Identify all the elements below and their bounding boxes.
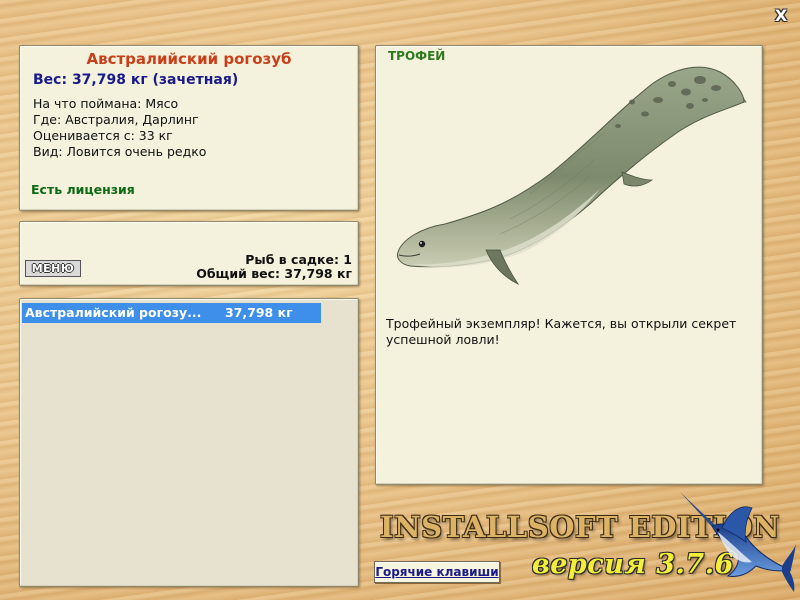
hotkeys-button[interactable]: Горячие клавиши — [374, 561, 500, 583]
trophy-message: Трофейный экземпляр! Кажется, вы открыли… — [386, 316, 737, 347]
fish-count: Рыб в садке: 1 — [245, 252, 352, 267]
license-status: Есть лицензия — [31, 182, 135, 197]
fish-image — [397, 66, 747, 286]
marlin-icon — [680, 492, 796, 592]
list-item-weight: 37,798 кг — [225, 305, 293, 320]
fish-name: Австралийский рогозуб — [86, 50, 292, 68]
list-item[interactable]: Австралийский рогозу... 37,798 кг — [22, 303, 321, 323]
trophy-panel: ТРОФЕЙ Трофейный экземпляр! Кажется, вы … — [375, 45, 763, 485]
fish-rarity: Вид: Ловится очень редко — [33, 144, 207, 159]
keepnet-panel: МЕНЮ Рыб в садке: 1 Общий вес: 37,798 кг — [19, 221, 359, 286]
list-item-name: Австралийский рогозу... — [25, 305, 202, 320]
fish-info-panel: Австралийский рогозуб Вес: 37,798 кг (за… — [19, 45, 359, 211]
fish-weight: Вес: 37,798 кг (зачетная) — [33, 72, 239, 88]
catch-list[interactable]: Австралийский рогозу... 37,798 кг — [19, 298, 359, 587]
menu-button[interactable]: МЕНЮ — [25, 260, 81, 277]
fish-location: Где: Австралия, Дарлинг — [33, 112, 199, 127]
fish-bait: На что поймана: Мясо — [33, 96, 179, 111]
fish-valued-from: Оценивается с: 33 кг — [33, 128, 173, 143]
close-icon[interactable]: X — [772, 7, 790, 25]
total-weight: Общий вес: 37,798 кг — [196, 266, 352, 281]
